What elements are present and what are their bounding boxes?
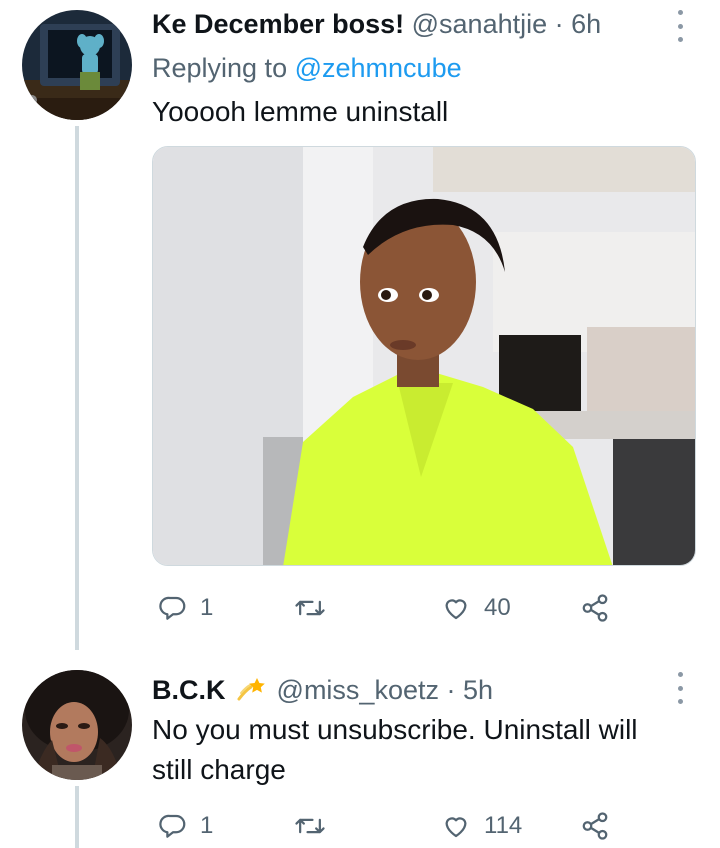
share-button[interactable] <box>580 808 610 844</box>
thread-line <box>75 126 79 650</box>
tweet-actions: 1 114 <box>152 808 622 844</box>
retweet-button[interactable] <box>294 808 338 844</box>
retweet-icon <box>294 811 326 841</box>
heart-icon <box>440 593 472 623</box>
avatar[interactable] <box>22 10 132 120</box>
more-options-icon[interactable] <box>674 10 686 42</box>
display-name[interactable]: B.C.K <box>152 675 226 705</box>
timestamp[interactable]: 6h <box>571 9 601 39</box>
display-name[interactable]: Ke December boss! <box>152 9 404 39</box>
tweet-text: Yooooh lemme uninstall <box>152 96 449 127</box>
heart-icon <box>440 811 472 841</box>
tweet[interactable]: Ke December boss! @sanahtjie · 6h Replyi… <box>0 0 720 650</box>
replying-prefix: Replying to <box>152 53 288 83</box>
share-button[interactable] <box>580 590 610 626</box>
share-icon <box>580 593 610 623</box>
timestamp[interactable]: 5h <box>463 675 493 705</box>
like-button[interactable]: 40 <box>440 590 511 626</box>
tweet-header: B.C.K @miss_koetz · 5h <box>152 672 672 710</box>
separator: · <box>446 675 456 705</box>
shooting-star-emoji <box>237 674 267 710</box>
more-options-icon[interactable] <box>674 672 686 704</box>
tweet[interactable]: B.C.K @miss_koetz · 5h No you must unsub… <box>0 650 720 848</box>
reply-count: 1 <box>200 594 214 621</box>
retweet-icon <box>294 593 326 623</box>
reply-icon <box>158 593 188 623</box>
tweet-actions: 1 40 <box>152 590 622 626</box>
tweet-text: No you must unsubscribe. Uninstall will … <box>152 714 638 785</box>
mention-link[interactable]: @zehmncube <box>295 53 462 83</box>
tweet-header: Ke December boss! @sanahtjie · 6h <box>152 6 672 42</box>
replying-to: Replying to @zehmncube <box>152 50 462 86</box>
share-icon <box>580 811 610 841</box>
like-count: 40 <box>484 594 511 621</box>
user-handle[interactable]: @miss_koetz <box>277 675 439 705</box>
reply-count: 1 <box>200 812 214 839</box>
separator: · <box>554 9 564 39</box>
tweet-media[interactable] <box>152 146 696 566</box>
reply-button[interactable]: 1 <box>158 808 213 844</box>
reply-icon <box>158 811 188 841</box>
thread-line <box>75 786 79 848</box>
retweet-button[interactable] <box>294 590 338 626</box>
avatar[interactable] <box>22 670 132 780</box>
reply-button[interactable]: 1 <box>158 590 213 626</box>
like-button[interactable]: 114 <box>440 808 522 844</box>
like-count: 114 <box>484 812 523 839</box>
user-handle[interactable]: @sanahtjie <box>412 9 548 39</box>
